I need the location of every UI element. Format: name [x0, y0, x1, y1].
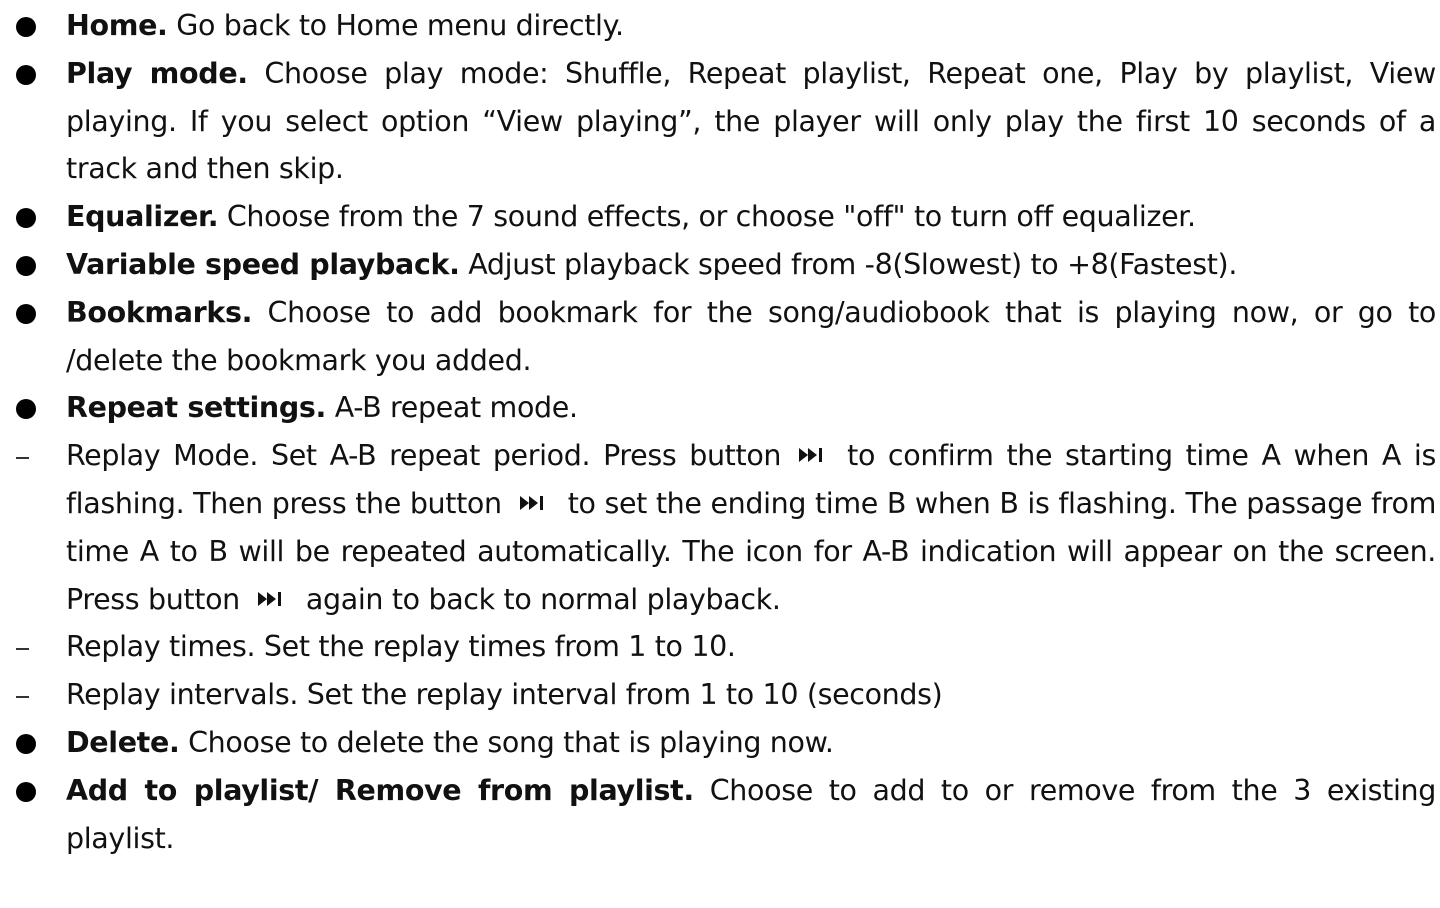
manual-page: Home. Go back to Home menu directly. Pla… [0, 0, 1440, 908]
list-item-bookmarks: Bookmarks. Choose to add bookmark for th… [8, 289, 1436, 385]
dash-marker [16, 457, 29, 459]
item-text: A-B repeat mode. [325, 391, 578, 425]
list-item-add-remove-playlist: Add to playlist/ Remove from playlist. C… [8, 767, 1436, 863]
bullet-icon [16, 781, 36, 802]
list-item-home: Home. Go back to Home menu directly. [8, 2, 1436, 50]
item-text: Replay intervals. Set the replay interva… [66, 678, 943, 712]
item-title: Repeat settings. [66, 391, 326, 425]
list-item-equalizer: Equalizer. Choose from the 7 sound effec… [8, 193, 1436, 241]
bullet-icon [16, 17, 36, 37]
item-text: Replay times. Set the replay times from … [66, 630, 736, 664]
item-text: Choose play mode: Shuffle, Repeat playli… [66, 56, 1436, 186]
skip-forward-icon [246, 589, 298, 609]
item-title: Delete. [66, 725, 180, 759]
bullet-icon [16, 255, 36, 276]
item-title: Home. [66, 9, 168, 42]
sub-item-replay-times: Replay times. Set the replay times from … [8, 623, 1436, 671]
list-item-play-mode: Play mode. Choose play mode: Shuffle, Re… [8, 50, 1436, 193]
item-text: Choose to delete the song that is playin… [179, 725, 834, 759]
bullet-icon [16, 208, 36, 229]
skip-forward-icon [787, 445, 839, 465]
sub-item-replay-mode: Replay Mode. Set A-B repeat period. Pres… [8, 432, 1436, 623]
bullet-icon [16, 399, 36, 420]
item-text: Go back to Home menu directly. [167, 9, 624, 42]
list-item-delete: Delete. Choose to delete the song that i… [8, 719, 1436, 767]
item-text: Replay Mode. Set A-B repeat period. Pres… [66, 439, 782, 473]
item-text: Adjust playback speed from -8(Slowest) t… [459, 247, 1238, 281]
item-title: Equalizer. [66, 200, 219, 234]
item-title: Add to playlist/ Remove from playlist. [66, 773, 694, 807]
bullet-icon [16, 64, 36, 85]
skip-forward-icon [508, 493, 560, 513]
item-title: Play mode. [66, 56, 248, 90]
dash-marker [16, 696, 29, 698]
item-text: Choose from the 7 sound effects, or choo… [218, 200, 1196, 234]
item-title: Variable speed playback. [66, 247, 460, 281]
sub-item-replay-intervals: Replay intervals. Set the replay interva… [8, 671, 1436, 719]
bullet-icon [16, 733, 36, 754]
list-item-repeat-settings: Repeat settings. A-B repeat mode. [8, 384, 1436, 432]
item-title: Bookmarks. [66, 295, 253, 329]
dash-marker [16, 648, 29, 650]
item-text: again to back to normal playback. [305, 582, 781, 616]
item-text: Choose to add bookmark for the song/audi… [66, 295, 1436, 377]
bullet-icon [16, 303, 36, 324]
list-item-variable-speed: Variable speed playback. Adjust playback… [8, 241, 1436, 289]
